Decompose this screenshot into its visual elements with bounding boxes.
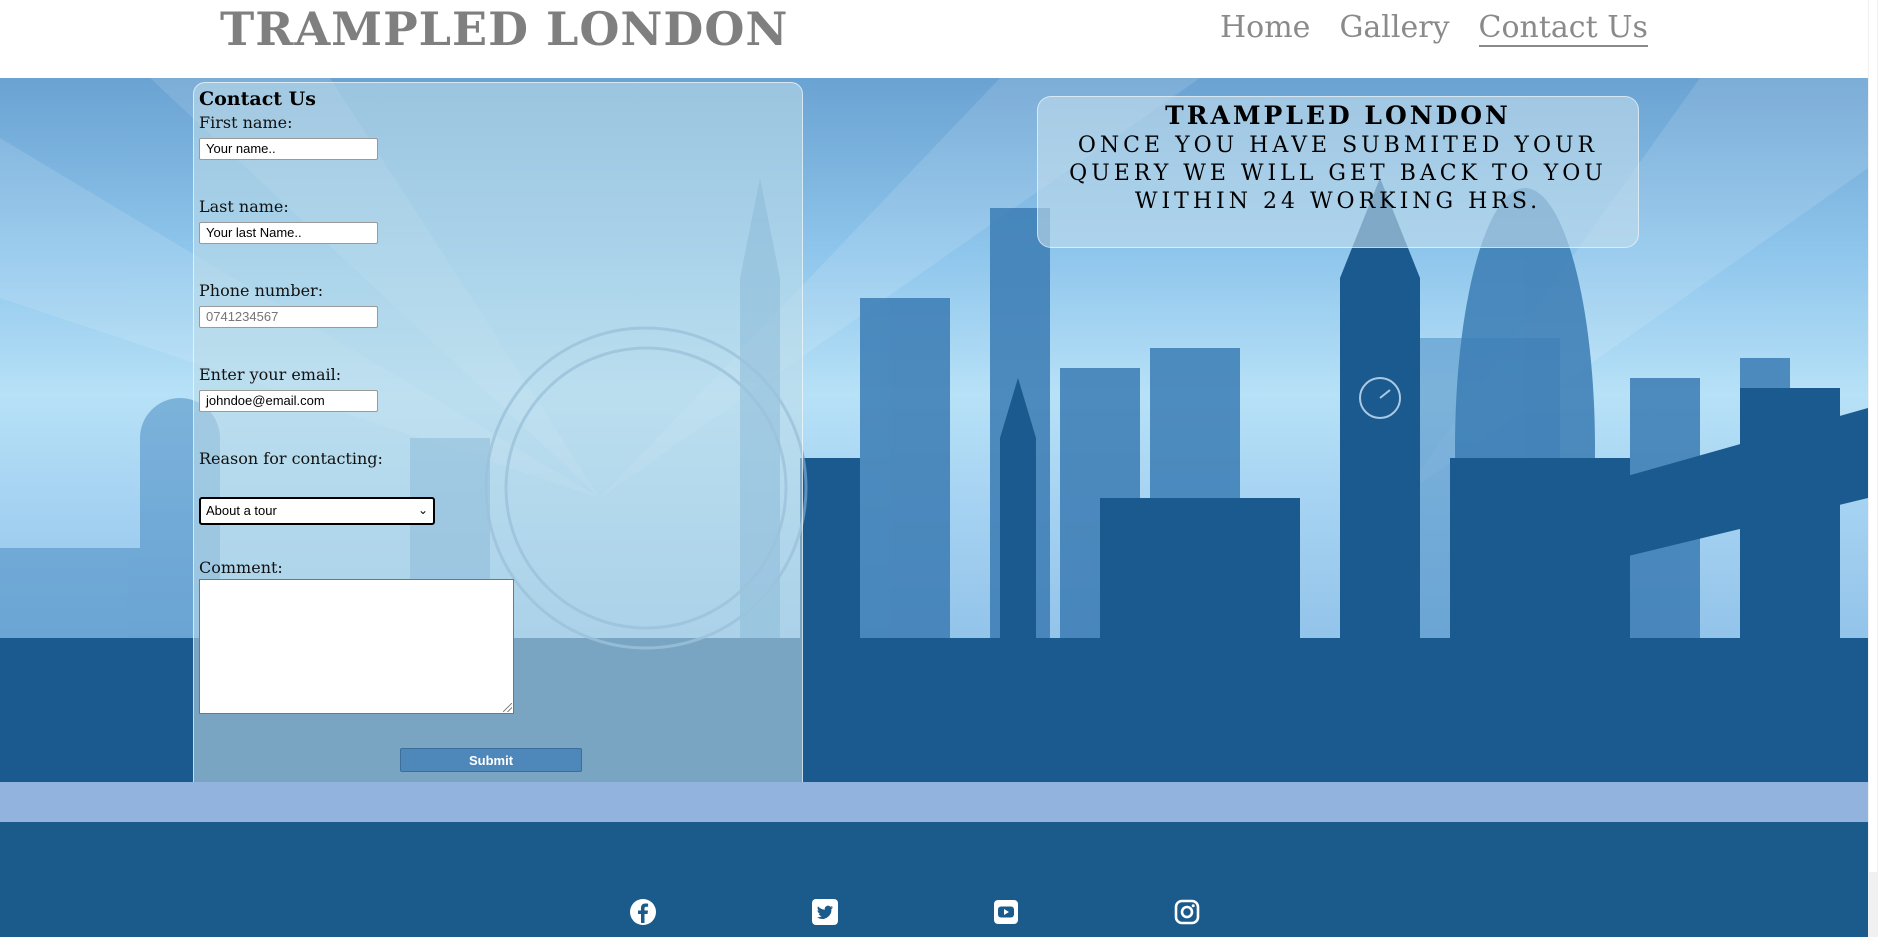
nav-home[interactable]: Home	[1220, 10, 1310, 47]
youtube-icon[interactable]	[991, 897, 1021, 927]
divider-strip	[0, 782, 1868, 822]
phone-label: Phone number:	[199, 281, 324, 300]
phone-input[interactable]: 0741234567	[199, 306, 378, 328]
info-message: ONCE YOU HAVE SUBMITED YOUR QUERY WE WIL…	[1069, 133, 1607, 214]
last-name-input[interactable]: Your last Name..	[199, 222, 378, 244]
info-heading: TRAMPLED LONDON	[1165, 101, 1511, 130]
site-footer	[0, 822, 1868, 937]
twitter-icon[interactable]	[810, 897, 840, 927]
contact-form-panel: Contact Us First name: Your name.. Last …	[193, 82, 803, 804]
vertical-scrollbar[interactable]	[1868, 0, 1878, 937]
main-nav: Home Gallery Contact Us	[1220, 10, 1648, 47]
last-name-label: Last name:	[199, 197, 289, 216]
comment-label: Comment:	[199, 558, 283, 577]
site-brand[interactable]: TRAMPLED LONDON	[220, 2, 788, 56]
first-name-label: First name:	[199, 113, 293, 132]
scrollbar-thumb[interactable]	[1869, 0, 1877, 872]
facebook-icon[interactable]	[628, 897, 658, 927]
chevron-down-icon: ⌄	[417, 503, 428, 517]
email-label: Enter your email:	[199, 365, 342, 384]
email-input[interactable]: johndoe@email.com	[199, 390, 378, 412]
reason-label: Reason for contacting:	[199, 449, 383, 468]
site-header: TRAMPLED LONDON Home Gallery Contact Us	[0, 0, 1868, 78]
comment-textarea[interactable]	[199, 579, 514, 714]
reason-selected-value: About a tour	[206, 503, 277, 518]
form-title: Contact Us	[199, 88, 316, 110]
nav-gallery[interactable]: Gallery	[1339, 10, 1449, 47]
instagram-icon[interactable]	[1172, 897, 1202, 927]
first-name-input[interactable]: Your name..	[199, 138, 378, 160]
submit-button[interactable]: Submit	[400, 748, 582, 772]
resize-handle-icon[interactable]	[503, 703, 512, 712]
nav-contact-us[interactable]: Contact Us	[1478, 10, 1648, 47]
reason-select[interactable]: About a tour ⌄	[199, 497, 435, 525]
info-box: TRAMPLED LONDON ONCE YOU HAVE SUBMITED Y…	[1037, 96, 1639, 248]
